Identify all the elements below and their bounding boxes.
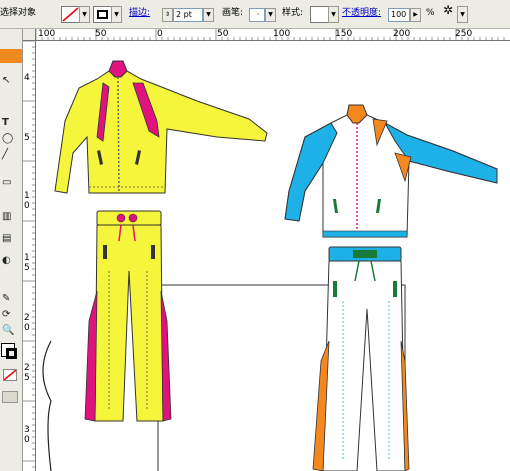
yellow-pants[interactable] xyxy=(84,210,172,422)
blend-tool-icon[interactable]: ◐ xyxy=(2,253,19,268)
h-ruler-label: 50 xyxy=(95,29,107,39)
none-color-icon[interactable] xyxy=(3,369,17,381)
control-bar: 选择对象 ▼ ▼ 描边: ⇕ 2 pt ▼ 画笔: · ▼ 样式: ▼ 不透明度… xyxy=(0,0,510,29)
stroke-weight-dropdown[interactable]: ▼ xyxy=(203,8,214,22)
v-ruler-label: 5 xyxy=(24,263,30,273)
h-ruler-label: 100 xyxy=(38,29,56,39)
opacity-field[interactable]: 100 xyxy=(388,8,410,22)
zoom-tool-icon[interactable]: 🔍 xyxy=(2,323,19,338)
v-ruler-label: 1 xyxy=(24,253,30,263)
tools-panel: ↖ T ◯ ╱ ▭ ▥ ▤ ◐ ✎ ⟳ 🔍 xyxy=(0,29,23,471)
percent-label: % xyxy=(426,8,435,18)
yellow-jacket[interactable] xyxy=(54,60,268,194)
stroke-swatch[interactable] xyxy=(93,6,112,23)
v-ruler-label: 0 xyxy=(24,201,30,211)
no-fill-icon xyxy=(62,7,79,22)
v-ruler-label: 5 xyxy=(24,133,30,143)
curve-path xyxy=(42,340,52,471)
style-label: 样式: xyxy=(282,8,304,18)
type-tool-icon[interactable]: T xyxy=(2,115,19,130)
brush-dropdown-button[interactable]: ▼ xyxy=(265,8,276,22)
opacity-label[interactable]: 不透明度: xyxy=(342,8,381,19)
white-pants[interactable] xyxy=(312,246,410,471)
stroke-weight-field[interactable]: 2 pt xyxy=(173,8,203,22)
fill-dropdown-button[interactable]: ▼ xyxy=(79,6,90,23)
v-ruler-label: 2 xyxy=(24,313,30,323)
h-ruler-label: 200 xyxy=(393,29,411,39)
stroke-dropdown-button[interactable]: ▼ xyxy=(111,6,122,23)
screen-mode-icon[interactable] xyxy=(2,391,18,403)
rectangle-tool-icon[interactable]: ▭ xyxy=(2,175,19,190)
stroke-weight-stepper[interactable]: ⇕ xyxy=(162,8,173,22)
eraser-tool-icon[interactable]: ✎ xyxy=(2,291,19,306)
style-dropdown-button[interactable]: ▼ xyxy=(328,6,339,23)
graph-tool-icon[interactable]: ▥ xyxy=(2,209,19,224)
rotate-tool-icon[interactable]: ⟳ xyxy=(2,307,19,322)
h-ruler-label: 50 xyxy=(217,29,229,39)
stroke-color-box[interactable] xyxy=(6,348,17,359)
vertical-ruler: 4 5 1 0 1 5 2 0 2 5 3 0 xyxy=(23,41,36,471)
stroke-color-icon xyxy=(97,10,108,19)
horizontal-ruler: 100 50 0 50 100 150 200 250 xyxy=(36,29,510,41)
v-ruler-label: 1 xyxy=(24,191,30,201)
white-blue-jacket[interactable] xyxy=(284,104,498,238)
tools-panel-header xyxy=(0,49,22,63)
fill-swatch[interactable] xyxy=(61,6,80,23)
recolor-icon[interactable]: ✲ xyxy=(443,4,453,16)
v-ruler-label: 5 xyxy=(24,373,30,383)
selection-tool-icon[interactable]: ↖ xyxy=(2,73,19,88)
selection-label: 选择对象 xyxy=(0,8,37,18)
brush-label: 画笔: xyxy=(222,8,244,18)
h-ruler-label: 250 xyxy=(455,29,473,39)
v-ruler-label: 0 xyxy=(24,435,30,445)
h-ruler-label: 150 xyxy=(335,29,353,39)
options-dropdown-button[interactable]: ▼ xyxy=(457,6,468,23)
h-ruler-label: 100 xyxy=(273,29,291,39)
line-tool-icon[interactable]: ╱ xyxy=(2,147,19,162)
brush-field[interactable]: · xyxy=(249,8,265,22)
opacity-dropdown-button[interactable]: ▶ xyxy=(410,8,421,22)
h-ruler-label: 0 xyxy=(157,29,163,39)
ruler-origin[interactable] xyxy=(23,29,36,41)
v-ruler-label: 0 xyxy=(24,323,30,333)
gradient-tool-icon[interactable]: ▤ xyxy=(2,231,19,246)
v-ruler-label: 3 xyxy=(24,425,30,435)
v-ruler-label: 4 xyxy=(24,73,30,83)
v-ruler-label: 2 xyxy=(24,363,30,373)
document-canvas[interactable] xyxy=(37,41,510,471)
ellipse-tool-icon[interactable]: ◯ xyxy=(2,131,19,146)
style-swatch[interactable] xyxy=(310,6,329,23)
stroke-label[interactable]: 描边: xyxy=(129,8,150,19)
